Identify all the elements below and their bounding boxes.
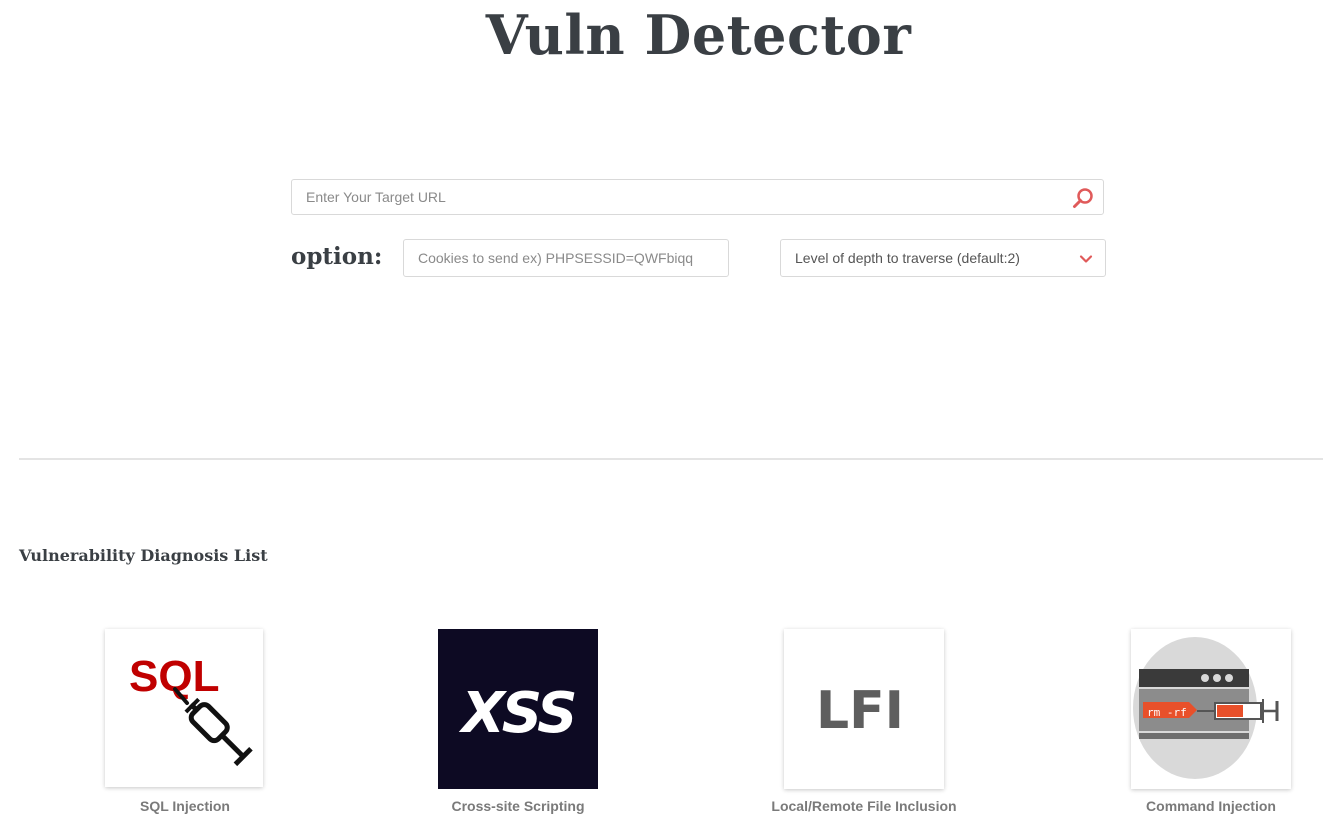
search-button[interactable] [1071, 186, 1095, 210]
section-title: Vulnerability Diagnosis List [19, 546, 268, 565]
vuln-label: Cross-site Scripting [451, 798, 585, 814]
vuln-label: SQL Injection [140, 798, 230, 814]
svg-text:SQL: SQL [129, 652, 219, 701]
cookies-input[interactable] [404, 240, 728, 276]
url-search-box [291, 179, 1104, 215]
vuln-label: Local/Remote File Inclusion [771, 798, 957, 814]
svg-text:rm -rf: rm -rf [1147, 706, 1187, 719]
sql-injection-logo: SQL [105, 629, 263, 787]
cookie-field-wrapper [403, 239, 729, 277]
target-url-input[interactable] [292, 180, 1062, 214]
sql-injection-syringe-icon: SQL [129, 652, 253, 767]
search-icon [1073, 188, 1093, 208]
command-injection-syringe-icon: rm -rf [1133, 637, 1279, 779]
depth-select[interactable]: Level of depth to traverse (default:2) [780, 239, 1106, 277]
command-injection-logo: rm -rf [1131, 629, 1291, 789]
xss-logo: XSS [438, 629, 598, 789]
svg-text:LFI: LFI [816, 681, 904, 741]
section-divider [19, 458, 1323, 460]
page: Vuln Detector option: Level of depth to … [0, 0, 1323, 825]
chevron-down-icon [1079, 255, 1093, 263]
lfi-logo: LFI [784, 629, 944, 789]
xss-logo-graphic: XSS [459, 681, 579, 746]
option-label: option: [291, 243, 383, 270]
depth-select-value: Level of depth to traverse (default:2) [795, 250, 1020, 266]
svg-text:XSS: XSS [459, 681, 576, 746]
page-title: Vuln Detector [485, 3, 912, 67]
lfi-logo-graphic: LFI [816, 681, 904, 741]
vuln-label: Command Injection [1146, 798, 1276, 814]
header: Vuln Detector [0, 2, 1323, 68]
